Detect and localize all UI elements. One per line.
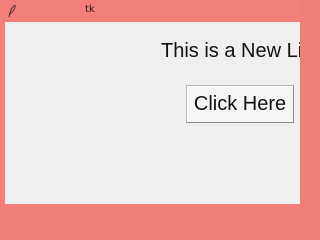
title-bar[interactable]: tk <box>0 0 300 22</box>
message-label: This is a New Li <box>161 40 300 62</box>
click-here-button[interactable]: Click Here <box>186 85 294 123</box>
tk-window: tk This is a New Li Click Here <box>0 0 300 210</box>
window-title: tk <box>85 4 95 15</box>
window-content: This is a New Li Click Here <box>5 22 300 204</box>
